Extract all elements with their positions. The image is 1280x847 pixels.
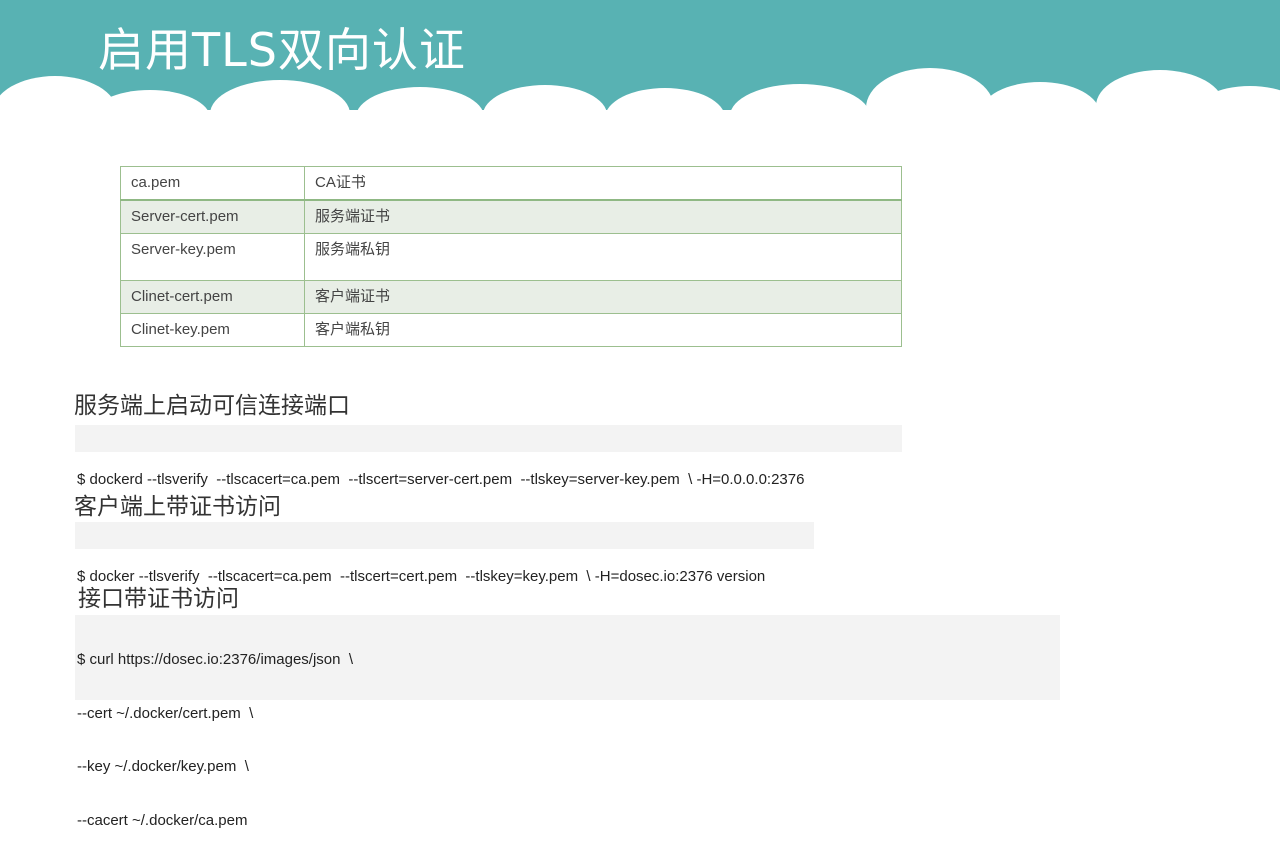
slide-title: 启用TLS双向认证 — [98, 23, 466, 77]
api-section-label: 接口带证书访问 — [78, 586, 239, 612]
cert-file-name: Clinet-cert.pem — [120, 280, 305, 314]
table-row: ca.pem CA证书 — [120, 166, 902, 201]
table-row: Clinet-cert.pem 客户端证书 — [120, 280, 902, 314]
cert-file-description: 客户端私钥 — [304, 313, 902, 347]
cert-file-name: Clinet-key.pem — [120, 313, 305, 347]
server-command-block: $ dockerd --tlsverify --tlscacert=ca.pem… — [75, 425, 902, 488]
table-row: Clinet-key.pem 客户端私钥 — [120, 313, 902, 347]
cert-file-name: ca.pem — [120, 166, 305, 201]
client-section-label: 客户端上带证书访问 — [74, 494, 281, 520]
table-row: Server-key.pem 服务端私钥 — [120, 233, 902, 281]
server-section-label: 服务端上启动可信连接端口 — [74, 393, 350, 419]
api-command-line: $ curl https://dosec.io:2376/images/json… — [77, 651, 353, 668]
certificate-files-table: ca.pem CA证书 Server-cert.pem 服务端证书 Server… — [120, 166, 902, 347]
client-command-block: $ docker --tlsverify --tlscacert=ca.pem … — [75, 522, 814, 585]
api-command-block: $ curl https://dosec.io:2376/images/json… — [75, 615, 1060, 829]
api-command-line: --cert ~/.docker/cert.pem \ — [77, 704, 254, 722]
slide-header: 启用TLS双向认证 — [0, 0, 1280, 140]
api-command-line: --cacert ~/.docker/ca.pem — [77, 811, 248, 829]
cert-file-name: Server-cert.pem — [120, 199, 305, 234]
cert-file-name: Server-key.pem — [120, 233, 305, 281]
cert-file-description: CA证书 — [304, 166, 902, 201]
table-row: Server-cert.pem 服务端证书 — [120, 199, 902, 234]
cert-file-description: 服务端证书 — [304, 199, 902, 234]
cert-file-description: 服务端私钥 — [304, 233, 902, 281]
api-command-line: --key ~/.docker/key.pem \ — [77, 758, 249, 775]
cert-file-description: 客户端证书 — [304, 280, 902, 314]
